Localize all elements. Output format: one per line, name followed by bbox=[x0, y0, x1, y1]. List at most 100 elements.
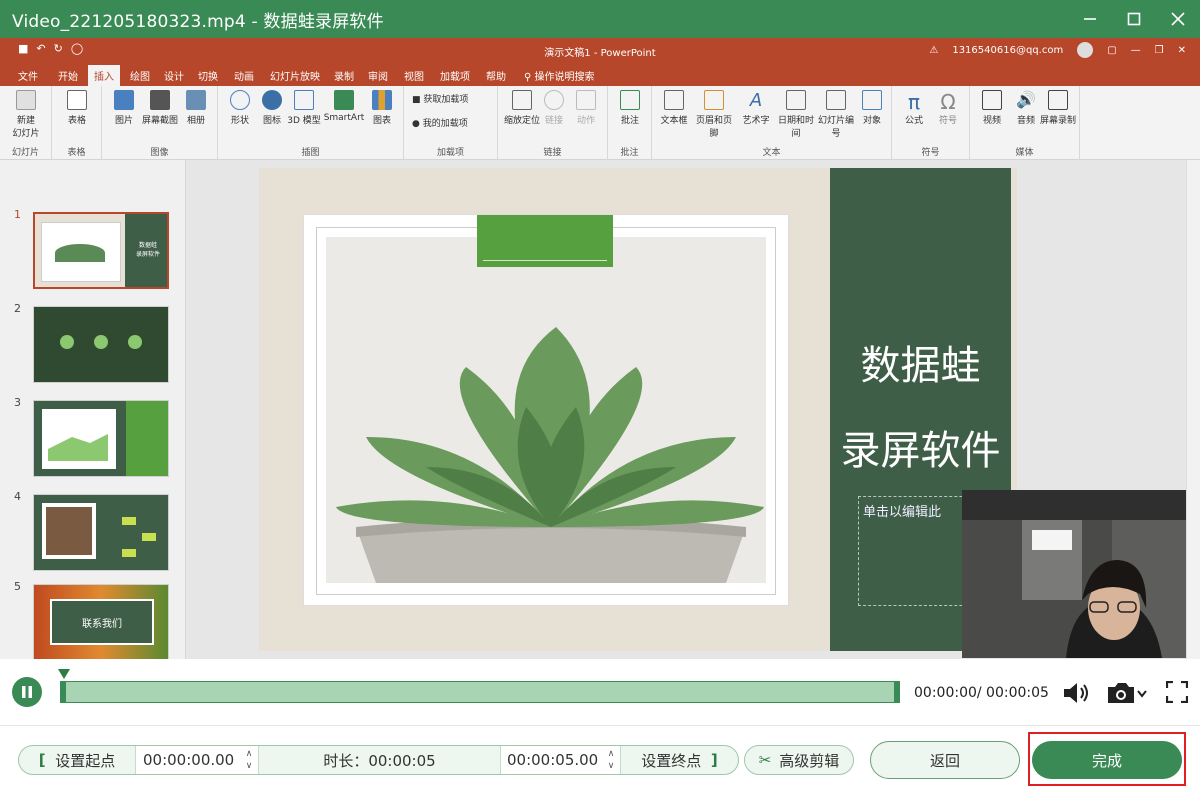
video-preview: ■ ↶ ↻ ◯ 演示文稿1 - PowerPoint ⚠ 1316540616@… bbox=[0, 38, 1200, 659]
ppt-vertical-scrollbar bbox=[1186, 160, 1200, 659]
tab-insert: 插入 bbox=[88, 65, 120, 86]
trim-end-handle[interactable] bbox=[894, 681, 900, 703]
duration-display: 时长：00:00:05 bbox=[259, 746, 501, 774]
ribbon-group-illustrations: 形状 图标 3D 模型 SmartArt 图表 插图 bbox=[218, 86, 404, 160]
tab-record: 录制 bbox=[334, 72, 354, 83]
slide-thumb-4 bbox=[33, 494, 169, 571]
ribbon-group-label: 插图 bbox=[301, 148, 320, 158]
start-time-stepper[interactable]: ∧ ∨ bbox=[244, 748, 254, 772]
trim-range-bar: [ 设置起点 00:00:00.00 ∧ ∨ 时长：00:00:05 00:00:… bbox=[18, 745, 739, 775]
set-start-label: 设置起点 bbox=[55, 751, 116, 770]
tab-review: 审阅 bbox=[368, 72, 388, 83]
webcam-overlay bbox=[962, 490, 1186, 658]
tab-animations: 动画 bbox=[234, 72, 254, 83]
photo-frame bbox=[303, 214, 789, 606]
ribbon-group-label: 符号 bbox=[921, 148, 940, 158]
pause-icon bbox=[22, 686, 32, 698]
screenshot-button[interactable] bbox=[1106, 681, 1148, 705]
slide-number: 3 bbox=[14, 396, 21, 409]
window-title: Video_221205180323.mp4 - 数据蛙录屏软件 bbox=[12, 11, 384, 32]
duration-label: 时长：00:00:05 bbox=[323, 751, 436, 770]
ribbon-btn-symbol: Ω 符号 bbox=[938, 90, 957, 126]
pause-button[interactable] bbox=[12, 677, 42, 707]
trim-start-handle[interactable] bbox=[60, 681, 66, 703]
ribbon-group-label: 批注 bbox=[620, 148, 639, 158]
ribbon-btn-3d-models: 3D 模型 bbox=[282, 90, 326, 126]
end-time-stepper[interactable]: ∧ ∨ bbox=[606, 748, 616, 772]
thumb-title: 联系我们 bbox=[50, 599, 154, 645]
ppt-close-icon: ✕ bbox=[1177, 44, 1186, 56]
ribbon-group-links: 缩放定位 链接 动作 链接 bbox=[498, 86, 608, 160]
ribbon-group-label: 图像 bbox=[150, 148, 169, 158]
tab-slideshow: 幻灯片放映 bbox=[270, 72, 320, 83]
avatar bbox=[1077, 42, 1094, 58]
slide-thumb-2 bbox=[33, 306, 169, 383]
close-button[interactable] bbox=[1156, 0, 1200, 38]
ppt-title-right: ⚠ 1316540616@qq.com ▢ — ❐ ✕ bbox=[929, 42, 1186, 58]
ribbon-btn-chart: 图表 bbox=[360, 90, 404, 126]
set-end-button[interactable]: 设置终点 ] bbox=[621, 746, 738, 774]
ribbon-group-media: 视频 🔊 音频 屏幕录制 媒体 bbox=[970, 86, 1080, 160]
minimize-button[interactable] bbox=[1068, 0, 1112, 38]
thumb-title: 数据蛙 录屏软件 bbox=[125, 214, 167, 287]
back-button[interactable]: 返回 bbox=[870, 741, 1020, 779]
ribbon-group-label: 文本 bbox=[762, 148, 781, 158]
ppt-ribbon-tabs: 文件 开始 插入 绘图 设计 切换 动画 幻灯片放映 录制 审阅 视图 加载项 … bbox=[0, 62, 1200, 86]
bracket-left-icon: [ bbox=[38, 751, 46, 769]
ribbon-group-table: 表格 表格 bbox=[52, 86, 102, 160]
done-highlight-box bbox=[1028, 732, 1186, 786]
maximize-icon bbox=[1127, 12, 1141, 26]
timecode-display: 00:00:00/ 00:00:05 bbox=[914, 685, 1049, 701]
camera-icon bbox=[1108, 683, 1147, 703]
ppt-restore-icon: ❐ bbox=[1154, 44, 1164, 56]
close-icon bbox=[1171, 12, 1185, 26]
current-slide: 数据蛙 录屏软件 单击以编辑此 bbox=[259, 168, 1017, 651]
back-label: 返回 bbox=[929, 751, 960, 770]
advanced-edit-label: 高级剪辑 bbox=[779, 751, 840, 770]
warning-icon: ⚠ bbox=[929, 44, 939, 56]
recorder-window: Video_221205180323.mp4 - 数据蛙录屏软件 ■ ↶ ↻ ◯… bbox=[0, 0, 1200, 794]
timeline-track[interactable] bbox=[60, 681, 900, 703]
ribbon-btn-wordart: A 艺术字 bbox=[742, 90, 770, 126]
advanced-edit-button[interactable]: ✂ 高级剪辑 bbox=[744, 745, 854, 775]
playhead-marker[interactable] bbox=[58, 669, 70, 679]
window-controls bbox=[1068, 0, 1200, 38]
ribbon-btn-textbox: 文本框 bbox=[652, 90, 696, 126]
edit-controls: [ 设置起点 00:00:00.00 ∧ ∨ 时长：00:00:05 00:00:… bbox=[0, 725, 1200, 794]
tab-home: 开始 bbox=[58, 72, 78, 83]
slide-number: 4 bbox=[14, 490, 21, 503]
succulent-photo bbox=[326, 237, 766, 583]
ppt-ribbon: 新建 幻灯片 幻灯片 表格 表格 图片 屏幕截图 相册 图像 形状 图标 3D … bbox=[0, 86, 1200, 160]
ribbon-btn-comment: 批注 bbox=[608, 90, 652, 126]
playback-bar: 00:00:00/ 00:00:05 bbox=[0, 659, 1200, 725]
start-time-value: 00:00:00.00 bbox=[143, 751, 235, 769]
slide-title-line2: 录屏软件 bbox=[840, 428, 1001, 474]
end-time-value: 00:00:05.00 bbox=[507, 751, 599, 769]
slide-number: 5 bbox=[14, 580, 21, 593]
volume-button[interactable] bbox=[1062, 681, 1092, 705]
ribbon-group-label: 链接 bbox=[543, 148, 562, 158]
account-email: 1316540616@qq.com bbox=[952, 44, 1064, 56]
tab-design: 设计 bbox=[164, 72, 184, 83]
ribbon-btn-object: 对象 bbox=[850, 90, 894, 126]
slide-number: 1 bbox=[14, 208, 21, 221]
ribbon-group-symbols: π 公式 Ω 符号 符号 bbox=[892, 86, 970, 160]
slide-thumb-1: 数据蛙 录屏软件 bbox=[33, 212, 169, 289]
ribbon-group-text: 文本框 页眉和页脚 A 艺术字 日期和时间 幻灯片编号 对象 文本 bbox=[652, 86, 892, 160]
set-start-button[interactable]: [ 设置起点 bbox=[19, 746, 136, 774]
start-time-input[interactable]: 00:00:00.00 ∧ ∨ bbox=[136, 746, 259, 774]
ribbon-btn-table: 表格 bbox=[55, 90, 99, 126]
maximize-button[interactable] bbox=[1112, 0, 1156, 38]
ribbon-group-label: 媒体 bbox=[1015, 148, 1034, 158]
ribbon-btn-get-addins: ■ 获取加载项 bbox=[412, 95, 469, 105]
fullscreen-button[interactable] bbox=[1165, 680, 1189, 705]
ribbon-btn-screen-recording: 屏幕录制 bbox=[1036, 90, 1080, 126]
ribbon-group-addins: ■ 获取加载项 ● 我的加载项 加载项 bbox=[404, 86, 498, 160]
minimize-icon bbox=[1084, 18, 1096, 20]
slide-thumbnails-pane: 1 数据蛙 录屏软件 2 3 4 5 联系我们 bbox=[0, 160, 186, 659]
end-time-input[interactable]: 00:00:05.00 ∧ ∨ bbox=[501, 746, 621, 774]
slide-thumb-5: 联系我们 bbox=[33, 584, 169, 659]
green-tab-label bbox=[477, 215, 613, 267]
ribbon-btn-action: 动作 bbox=[564, 90, 608, 126]
slide-title-line1: 数据蛙 bbox=[860, 343, 981, 389]
